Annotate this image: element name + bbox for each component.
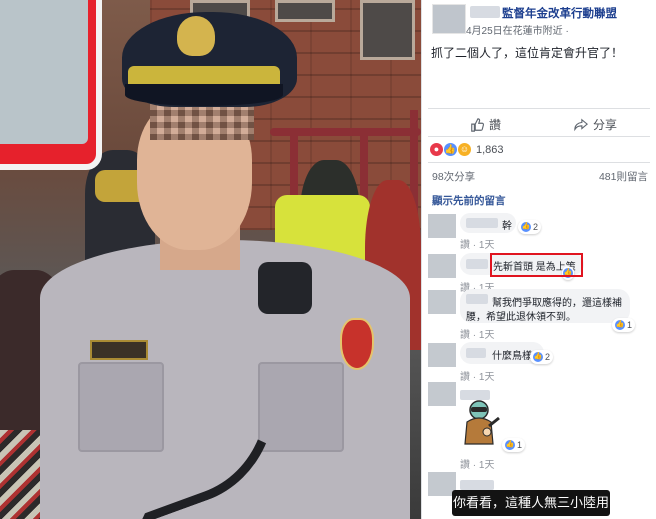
cap-visor (125, 84, 283, 106)
reaction-summary[interactable]: ● 👍 ☺ 1,863 (430, 143, 504, 156)
comment-time[interactable]: 讚 · 1天 (460, 236, 494, 251)
comment-text-line1: 幫我們爭取應得的，還這樣補 (492, 298, 622, 309)
divider (428, 136, 650, 137)
commenter-avatar[interactable] (428, 343, 456, 367)
comment-text: 什麼鳥樣 (492, 351, 532, 362)
comment-count[interactable]: 481則留言 (599, 169, 648, 184)
comment-like-count[interactable]: 👍 1 (502, 438, 526, 452)
blurred-name (466, 259, 488, 269)
blurred-name (466, 218, 498, 228)
comment-text: 幹 (502, 221, 512, 232)
like-button[interactable]: 讚 (470, 116, 501, 133)
like-reaction-icon: 👍 (533, 352, 543, 362)
blurred-name (460, 480, 494, 490)
smartphone (0, 0, 102, 170)
news-photo (0, 0, 421, 519)
post-meta[interactable]: 4月25日在花蓮市附近 · (466, 22, 569, 37)
page-name[interactable]: 監督年金改革行動聯盟 (502, 5, 617, 21)
radio-speaker (258, 262, 312, 314)
police-patch (340, 318, 374, 370)
view-earlier-comments[interactable]: 顯示先前的留言 (432, 193, 506, 208)
comment-like-count[interactable]: 👍 2 (518, 220, 542, 234)
post-text: 抓了二個人了，這位肯定會升官了！ (431, 46, 624, 60)
share-label: 分享 (593, 118, 618, 132)
comment-time[interactable]: 讚 · 1天 (460, 368, 494, 383)
angry-sticker (464, 400, 500, 445)
share-button[interactable]: 分享 (574, 116, 617, 133)
angry-reaction-icon: ● (430, 143, 443, 156)
share-count[interactable]: 98次分享 (432, 169, 475, 184)
blurred-name (470, 6, 500, 18)
like-reaction-icon: 👍 (615, 320, 625, 330)
commenter-avatar[interactable] (428, 254, 456, 278)
like-reaction-icon: 👍 (505, 440, 515, 450)
comment-time[interactable]: 讚 · 1天 (460, 326, 494, 341)
like-icon (471, 117, 484, 132)
commenter-avatar[interactable] (428, 290, 456, 314)
comment-text-line2: 腰，希望此退休領不到。 (466, 312, 576, 323)
blurred-name (466, 348, 486, 358)
comment-time[interactable]: 讚 · 1天 (460, 456, 494, 471)
building-window (275, 0, 335, 22)
commenter-avatar[interactable] (428, 382, 456, 406)
cap-badge (177, 16, 215, 56)
like-reaction-icon: 👍 (444, 143, 457, 156)
comment-like-count[interactable]: 👍 2 (530, 350, 554, 364)
comment-like-count[interactable]: 👍 1 (612, 318, 636, 332)
share-icon (574, 118, 588, 131)
divider (428, 162, 650, 163)
caption-overlay: 你看看，這種人無三小陸用 (452, 490, 610, 516)
commenter-avatar[interactable] (428, 214, 456, 238)
divider (428, 108, 650, 109)
haha-reaction-icon: ☺ (458, 143, 471, 156)
like-label: 讚 (489, 118, 502, 132)
page-avatar[interactable] (432, 4, 466, 34)
reaction-count: 1,863 (476, 143, 504, 156)
like-reaction-icon: 👍 (521, 222, 531, 232)
building-window (360, 0, 415, 60)
blurred-name (466, 294, 488, 304)
highlight-box (490, 253, 583, 277)
